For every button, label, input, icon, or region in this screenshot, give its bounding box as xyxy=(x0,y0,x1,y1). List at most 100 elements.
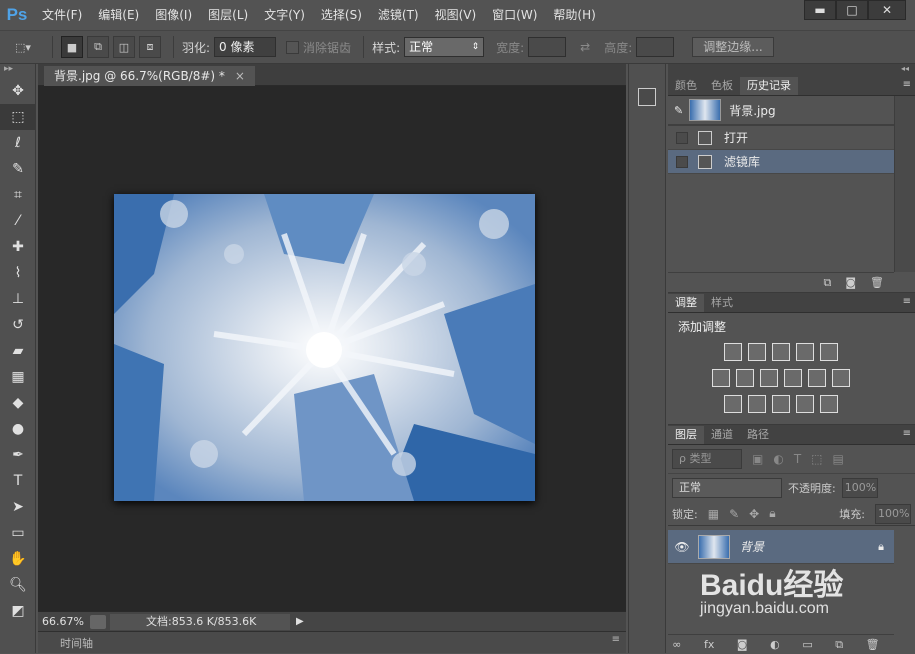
tab-paths[interactable]: 路径 xyxy=(740,426,776,444)
quick-select-tool-icon[interactable]: ✎ xyxy=(0,156,36,182)
delete-layer-icon[interactable]: 🗑︎ xyxy=(866,638,880,651)
panel-menu-icon[interactable]: ≡ xyxy=(903,79,911,90)
subtract-selection-icon[interactable]: ◫ xyxy=(113,36,135,58)
link-layers-icon[interactable]: ∞ xyxy=(672,638,681,651)
lock-all-icon[interactable]: 🔒︎ xyxy=(769,506,775,521)
timeline-label[interactable]: 时间轴 xyxy=(60,635,93,651)
menu-filter[interactable]: 滤镜(T) xyxy=(370,0,427,30)
menu-help[interactable]: 帮助(H) xyxy=(545,0,603,30)
collapse-panels-icon[interactable]: ◂◂ xyxy=(668,64,915,76)
filter-shape-icon[interactable]: ⬚ xyxy=(811,452,822,466)
zoom-tool-icon[interactable]: 🔍︎ xyxy=(0,572,36,598)
new-layer-icon[interactable]: ⧉ xyxy=(835,638,843,652)
invert-icon[interactable] xyxy=(724,395,742,413)
layer-row[interactable]: 👁︎ 背景 🔒︎ xyxy=(668,530,894,564)
antialias-checkbox[interactable] xyxy=(286,40,300,54)
filter-pixel-icon[interactable]: ▣ xyxy=(752,452,763,466)
tab-styles[interactable]: 样式 xyxy=(704,294,740,312)
history-checkbox[interactable] xyxy=(676,155,688,168)
vibrance-icon[interactable] xyxy=(820,343,838,361)
marquee-preset-icon[interactable]: ⬚▾ xyxy=(6,36,40,58)
stamp-tool-icon[interactable]: ⊥ xyxy=(0,286,36,312)
threshold-icon[interactable] xyxy=(772,395,790,413)
history-item[interactable]: 打开 xyxy=(668,126,894,150)
type-tool-icon[interactable]: T xyxy=(0,468,36,494)
history-snapshot[interactable]: ✎ 背景.jpg xyxy=(668,96,894,126)
history-scrollbar[interactable] xyxy=(894,96,915,272)
rectangle-tool-icon[interactable]: ▭ xyxy=(0,520,36,546)
history-item-selected[interactable]: 滤镜库 xyxy=(668,150,894,174)
layer-filter-select[interactable]: ρ 类型 xyxy=(672,449,742,469)
levels-icon[interactable] xyxy=(748,343,766,361)
color-balance-icon[interactable] xyxy=(736,369,754,387)
add-to-selection-icon[interactable]: ⧉ xyxy=(87,36,109,58)
eraser-tool-icon[interactable]: ▰ xyxy=(0,338,36,364)
trash-icon[interactable]: 🗑︎ xyxy=(870,276,884,289)
lock-position-icon[interactable]: ✥ xyxy=(749,507,759,521)
layer-style-fx-icon[interactable]: fx xyxy=(704,638,714,651)
document-image[interactable] xyxy=(114,194,535,501)
history-checkbox[interactable] xyxy=(676,131,688,144)
zoom-level[interactable]: 66.67% xyxy=(38,615,90,628)
swap-icon[interactable]: ⇄ xyxy=(580,40,590,54)
new-adjustment-layer-icon[interactable]: ◐ xyxy=(770,638,780,651)
opacity-input[interactable]: 100% xyxy=(841,478,878,498)
rect-marquee-tool-icon[interactable]: ⬚ xyxy=(0,104,36,130)
black-white-icon[interactable] xyxy=(760,369,778,387)
lock-transparent-icon[interactable]: ▦ xyxy=(708,507,719,521)
menu-select[interactable]: 选择(S) xyxy=(313,0,370,30)
blur-tool-icon[interactable]: ◆ xyxy=(0,390,36,416)
filter-adjustment-icon[interactable]: ◐ xyxy=(773,452,783,466)
panel-menu-icon[interactable]: ≡ xyxy=(903,296,911,307)
photo-filter-icon[interactable] xyxy=(784,369,802,387)
menu-layer[interactable]: 图层(L) xyxy=(200,0,256,30)
lasso-tool-icon[interactable]: ℓ xyxy=(0,130,36,156)
history-brush-source-icon[interactable]: ✎ xyxy=(674,104,683,117)
dodge-tool-icon[interactable]: ● xyxy=(0,416,36,442)
brush-tool-icon[interactable]: ⌇ xyxy=(0,260,36,286)
menu-edit[interactable]: 编辑(E) xyxy=(90,0,147,30)
refine-edge-button[interactable]: 调整边缘... xyxy=(692,37,774,57)
move-tool-icon[interactable]: ✥ xyxy=(0,78,36,104)
maximize-button[interactable]: □ xyxy=(836,0,868,20)
minimize-button[interactable]: ▬ xyxy=(804,0,836,20)
tab-color[interactable]: 颜色 xyxy=(668,77,704,95)
style-select[interactable]: 正常 ⇕ xyxy=(404,37,485,57)
path-select-tool-icon[interactable]: ➤ xyxy=(0,494,36,520)
collapse-icon[interactable]: ▸▸ xyxy=(0,64,35,78)
blend-mode-select[interactable]: 正常 xyxy=(672,478,782,498)
hue-saturation-icon[interactable] xyxy=(712,369,730,387)
posterize-icon[interactable] xyxy=(748,395,766,413)
status-info-icon[interactable] xyxy=(90,614,106,629)
curves-icon[interactable] xyxy=(772,343,790,361)
properties-panel-icon[interactable] xyxy=(638,88,656,106)
panel-menu-icon[interactable]: ≡ xyxy=(612,634,620,645)
fill-input[interactable]: 100% xyxy=(875,503,911,524)
healing-brush-tool-icon[interactable]: ✚ xyxy=(0,234,36,260)
selective-color-icon[interactable] xyxy=(796,395,814,413)
color-lookup-icon[interactable] xyxy=(832,369,850,387)
document-tab[interactable]: 背景.jpg @ 66.7%(RGB/8#) * × xyxy=(44,66,255,86)
feather-input[interactable]: 0 像素 xyxy=(214,37,277,57)
panel-menu-icon[interactable]: ≡ xyxy=(903,428,911,439)
intersect-selection-icon[interactable]: ⧈ xyxy=(139,36,161,58)
eyedropper-tool-icon[interactable]: ⁄ xyxy=(0,208,36,234)
add-mask-icon[interactable]: ◙ xyxy=(737,638,748,651)
tab-channels[interactable]: 通道 xyxy=(704,426,740,444)
color-swatches-icon[interactable]: ◩ xyxy=(0,598,36,624)
width-input[interactable] xyxy=(528,37,567,57)
lock-image-icon[interactable]: ✎ xyxy=(729,507,739,521)
close-button[interactable]: ✕ xyxy=(868,0,906,20)
tab-layers[interactable]: 图层 xyxy=(668,426,704,444)
menu-view[interactable]: 视图(V) xyxy=(427,0,485,30)
menu-window[interactable]: 窗口(W) xyxy=(484,0,545,30)
filter-type-icon[interactable]: T xyxy=(794,452,801,466)
gradient-tool-icon[interactable]: ▦ xyxy=(0,364,36,390)
crop-tool-icon[interactable]: ⌗ xyxy=(0,182,36,208)
height-input[interactable] xyxy=(636,37,675,57)
exposure-icon[interactable] xyxy=(796,343,814,361)
tab-history[interactable]: 历史记录 xyxy=(740,77,798,95)
filter-smart-object-icon[interactable]: ▤ xyxy=(833,452,844,466)
history-brush-tool-icon[interactable]: ↺ xyxy=(0,312,36,338)
new-selection-icon[interactable]: ■ xyxy=(61,36,83,58)
